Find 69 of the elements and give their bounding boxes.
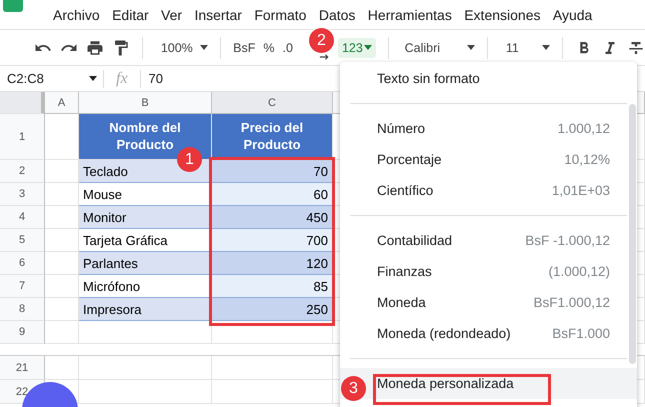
grid-cell (45, 206, 79, 229)
column-header[interactable]: C (212, 92, 333, 114)
menu-item[interactable]: Insertar (194, 7, 242, 23)
caret-icon (89, 76, 97, 81)
table-cell: 60 (212, 183, 333, 206)
menu-option[interactable]: Número 1.000,12 (340, 113, 637, 144)
menu-item[interactable]: Herramientas (368, 7, 452, 23)
column-header[interactable]: B (79, 92, 212, 114)
menu-item[interactable]: Archivo (53, 7, 100, 23)
row-header[interactable]: 9 (0, 321, 45, 344)
caret-icon (364, 45, 372, 50)
table-cell: 700 (212, 229, 333, 252)
name-box[interactable]: C2:C8 (0, 70, 104, 88)
grid-cell (45, 252, 79, 275)
formula-value[interactable]: 70 (140, 71, 164, 86)
table-cell: 120 (212, 252, 333, 275)
right-arrow-icon[interactable] (318, 52, 330, 60)
row-header[interactable]: 2 (0, 160, 45, 183)
number-format-button[interactable]: 123 (338, 38, 376, 58)
caret-icon (542, 45, 550, 50)
grid-cell (45, 183, 79, 206)
menu-option[interactable]: Moneda BsF1.000,12 (340, 287, 637, 318)
menu-item[interactable]: Editar (112, 7, 149, 23)
callout-badge: 2 (309, 28, 334, 53)
menu-option[interactable]: Finanzas (1.000,12) (340, 256, 637, 287)
table-cell: Parlantes (79, 252, 212, 275)
grid-cell (45, 229, 79, 252)
currency-format-button[interactable]: BsF (233, 40, 256, 54)
menu-option[interactable]: Contabilidad BsF -1.000,12 (340, 225, 637, 256)
menu-item[interactable]: Formato (254, 7, 306, 23)
row-header[interactable]: 3 (0, 183, 45, 206)
header-cell: Precio del Producto (212, 114, 333, 160)
caret-icon (200, 45, 208, 50)
table-cell: Monitor (79, 206, 212, 229)
font-size-dropdown[interactable]: 11 (500, 40, 550, 54)
column-header[interactable]: A (45, 92, 79, 114)
menu-option[interactable]: Texto sin formato (340, 63, 637, 94)
menu-option[interactable]: Científico 1,01E+03 (340, 175, 637, 206)
zoom-dropdown[interactable]: 100% (160, 40, 208, 54)
table-cell: Impresora (79, 298, 212, 321)
grid-cell (45, 321, 79, 344)
table-cell: 85 (212, 275, 333, 298)
grid-cell (45, 275, 79, 298)
row-header[interactable]: 1 (0, 114, 45, 160)
menu-item[interactable]: Datos (318, 7, 356, 23)
menu-item[interactable]: Extensiones (464, 7, 540, 23)
row-header[interactable]: 8 (0, 298, 45, 321)
menu-option[interactable]: Moneda (redondeado) BsF1.000 (340, 318, 637, 349)
row-header[interactable]: 6 (0, 252, 45, 275)
percent-format-button[interactable]: % (263, 40, 275, 54)
row-header[interactable]: 4 (0, 206, 45, 229)
row-header[interactable]: 21 (0, 356, 45, 380)
decrease-decimal-button[interactable]: .0 (282, 40, 293, 54)
print-icon[interactable] (86, 38, 104, 56)
menu-item[interactable]: Ver (161, 7, 182, 23)
table-cell: 450 (212, 206, 333, 229)
menu-option[interactable]: Porcentaje 10,12% (340, 144, 637, 175)
font-dropdown[interactable]: Calibri (400, 40, 476, 54)
paint-format-icon[interactable] (112, 38, 130, 56)
table-cell: 70 (212, 160, 333, 183)
row-header[interactable]: 5 (0, 229, 45, 252)
menu-item[interactable]: Ayuda (552, 7, 592, 23)
grid-cell (45, 298, 79, 321)
scrollbar[interactable] (629, 104, 636, 364)
function-label: fx (104, 70, 141, 88)
row-header[interactable]: 7 (0, 275, 45, 298)
caret-icon (467, 45, 476, 50)
grid-cell (45, 160, 79, 183)
table-cell: 250 (212, 298, 333, 321)
